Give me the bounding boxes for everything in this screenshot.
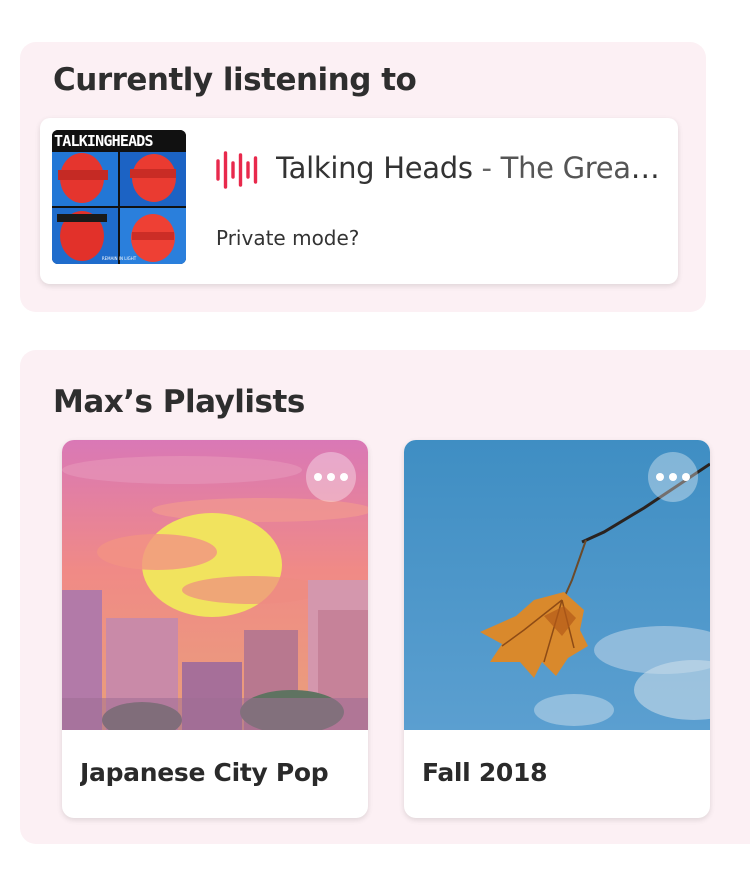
album-cover-image [52,152,186,264]
playlists-title: Max’s Playlists [53,384,305,420]
playlist-card[interactable]: Fall 2018 [404,440,710,818]
album-band-logo: TALKINGHEADS [52,130,186,152]
sound-wave-icon [216,151,258,189]
track-separator: - [472,151,501,185]
album-subtitle: REMAIN IN LIGHT [101,256,137,261]
track-title: The Great Curve [500,151,666,185]
playlist-name: Fall 2018 [422,758,548,787]
playlist-name: Japanese City Pop [80,758,329,787]
artist-name: Talking Heads [276,151,473,185]
playlists-panel: Max’s Playlists Japanese City Pop Fall 2… [20,350,750,844]
more-options-icon[interactable] [306,452,356,502]
album-art: TALKINGHEADS REMAIN IN LIGHT [52,130,186,264]
private-mode-link[interactable]: Private mode? [216,226,359,250]
now-playing-panel: Currently listening to TALKINGHEADS REMA… [20,42,706,312]
now-playing-title: Currently listening to [53,62,417,98]
playlist-card[interactable]: Japanese City Pop [62,440,368,818]
now-playing-track[interactable]: Talking Heads - The Great Curve [276,151,666,185]
more-options-icon[interactable] [648,452,698,502]
now-playing-card[interactable]: TALKINGHEADS REMAIN IN LIGHT Talking Hea… [40,118,678,284]
